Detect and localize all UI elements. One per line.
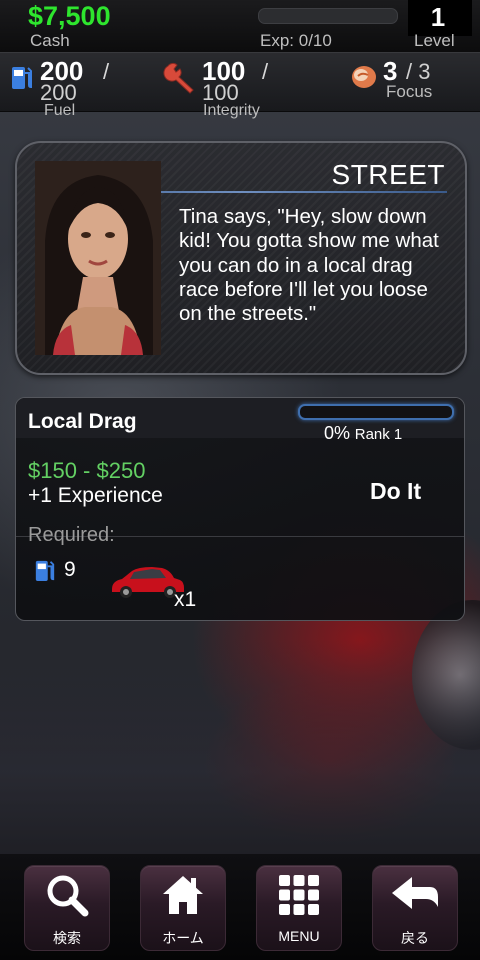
mission-card: Local Drag 0% Rank 1 $150 - $250 +1 Expe… — [15, 397, 465, 621]
stats-bar: 200 / 200 Fuel 100 / 100 Integrity 3 / 3… — [0, 52, 480, 119]
nav-search-button[interactable]: 検索 — [24, 865, 110, 951]
fuel-slash: / — [103, 59, 110, 84]
grid-menu-icon — [279, 875, 319, 915]
required-label: Required: — [28, 524, 115, 546]
experience-label: Exp: 0/10 — [260, 31, 332, 50]
experience-bar — [258, 8, 398, 24]
do-it-button[interactable]: Do It — [370, 478, 421, 505]
top-status-bar: $7,500 Cash Exp: 0/10 1 Level — [0, 0, 480, 52]
fuel-label: Fuel — [44, 102, 76, 119]
story-text: Tina says, "Hey, slow down kid! You gott… — [179, 205, 439, 326]
story-panel: STREET Tina says, "Hey, slow down kid! Y… — [15, 141, 467, 375]
mission-progress-text: 0% — [324, 423, 351, 443]
nav-home-button[interactable]: ホーム — [140, 865, 226, 951]
mission-name: Local Drag — [28, 410, 137, 433]
fuel-pump-icon — [12, 67, 32, 89]
cash-label: Cash — [30, 31, 70, 50]
required-car-count: x1 — [174, 588, 197, 611]
bottom-navigation: 検索 ホーム MENU 戻る — [0, 854, 480, 960]
mission-reward: $150 - $250 — [28, 458, 146, 483]
nav-menu-button[interactable]: MENU — [256, 865, 342, 951]
cash-value: $7,500 — [28, 1, 111, 31]
wrench-icon — [163, 62, 194, 94]
focus-label: Focus — [386, 82, 433, 101]
back-arrow-icon — [392, 877, 438, 909]
home-icon — [163, 876, 203, 914]
mission-rank-text: Rank 1 — [354, 426, 403, 443]
required-fuel-count: 9 — [64, 558, 76, 581]
nav-menu-label: MENU — [278, 928, 320, 944]
character-portrait — [35, 161, 161, 355]
mission-progress-bar — [298, 404, 454, 420]
story-title: STREET — [331, 159, 445, 190]
mission-rank: 0% Rank 1 — [324, 423, 402, 444]
focus-icon — [352, 66, 376, 88]
integrity-slash: / — [262, 59, 269, 84]
nav-back-button[interactable]: 戻る — [372, 865, 458, 951]
nav-search-label: 検索 — [53, 930, 81, 946]
background-haze — [0, 640, 480, 860]
mission-experience: +1 Experience — [28, 484, 163, 507]
fuel-pump-icon — [35, 560, 55, 581]
nav-back-label: 戻る — [401, 930, 429, 946]
search-icon — [47, 875, 89, 917]
level-label: Level — [414, 31, 455, 50]
nav-home-label: ホーム — [162, 930, 204, 946]
integrity-label: Integrity — [203, 102, 260, 119]
level-value: 1 — [430, 2, 446, 32]
